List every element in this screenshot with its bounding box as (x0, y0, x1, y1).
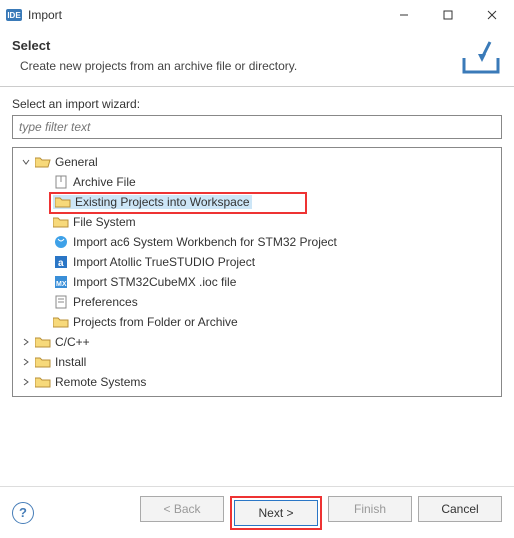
help-button[interactable]: ? (12, 502, 34, 524)
tree-item-archive[interactable]: Archive File (13, 172, 501, 192)
tree-item-remote[interactable]: Remote Systems (13, 372, 501, 392)
tree-label: Remote Systems (55, 375, 146, 389)
close-button[interactable] (470, 0, 514, 30)
folder-icon (35, 355, 51, 369)
folder-icon (35, 335, 51, 349)
dialog-header: Select Create new projects from an archi… (0, 30, 514, 87)
folder-open-icon (35, 155, 51, 169)
atollic-icon: a (53, 255, 69, 269)
cancel-button[interactable]: Cancel (418, 496, 502, 522)
tree-label: Archive File (73, 175, 136, 189)
tree-item-general[interactable]: General (13, 152, 501, 172)
chevron-right-icon[interactable] (19, 375, 33, 389)
tree-label: C/C++ (55, 335, 90, 349)
svg-text:a: a (58, 258, 64, 269)
preferences-icon (53, 295, 69, 309)
wizard-label: Select an import wizard: (12, 97, 502, 111)
tree-item-ccpp[interactable]: C/C++ (13, 332, 501, 352)
back-button: < Back (140, 496, 224, 522)
chevron-right-icon[interactable] (19, 335, 33, 349)
tree-item-existing-projects[interactable]: Existing Projects into Workspace (13, 192, 501, 212)
tree-label: Install (55, 355, 86, 369)
tree-item-filesystem[interactable]: File System (13, 212, 501, 232)
globe-icon (53, 235, 69, 249)
tree-label: Import Atollic TrueSTUDIO Project (73, 255, 255, 269)
chevron-right-icon[interactable] (19, 355, 33, 369)
archive-icon (53, 175, 69, 189)
tree-label: Import STM32CubeMX .ioc file (73, 275, 236, 289)
next-highlight: Next > (230, 496, 322, 530)
minimize-button[interactable] (382, 0, 426, 30)
import-banner-icon (460, 38, 502, 76)
next-button[interactable]: Next > (234, 500, 318, 526)
tree-item-atollic[interactable]: a Import Atollic TrueSTUDIO Project (13, 252, 501, 272)
tree-label: File System (73, 215, 136, 229)
maximize-button[interactable] (426, 0, 470, 30)
tree-item-install[interactable]: Install (13, 352, 501, 372)
folder-icon (35, 375, 51, 389)
folder-icon (53, 215, 69, 229)
tree-label: Existing Projects into Workspace (75, 195, 250, 209)
window-controls (382, 0, 514, 30)
app-icon: IDE (6, 9, 22, 21)
tree-item-ac6[interactable]: Import ac6 System Workbench for STM32 Pr… (13, 232, 501, 252)
header-description: Create new projects from an archive file… (20, 59, 450, 73)
tree-label: Import ac6 System Workbench for STM32 Pr… (73, 235, 337, 249)
button-bar: ? < Back Next > Finish Cancel (0, 486, 514, 538)
tree-label: Projects from Folder or Archive (73, 315, 238, 329)
chevron-down-icon[interactable] (19, 155, 33, 169)
tree-label: General (55, 155, 98, 169)
wizard-tree[interactable]: General Archive File Existing Projects i… (12, 147, 502, 397)
tree-item-preferences[interactable]: Preferences (13, 292, 501, 312)
svg-text:MX: MX (56, 281, 67, 288)
folder-icon (53, 315, 69, 329)
header-title: Select (12, 38, 450, 53)
cubemx-icon: MX (53, 275, 69, 289)
window-title: Import (28, 8, 382, 22)
tree-item-projects-folder[interactable]: Projects from Folder or Archive (13, 312, 501, 332)
folder-import-icon (55, 195, 71, 209)
tree-item-cubemx[interactable]: MX Import STM32CubeMX .ioc file (13, 272, 501, 292)
finish-button: Finish (328, 496, 412, 522)
tree-label: Preferences (73, 295, 138, 309)
title-bar: IDE Import (0, 0, 514, 30)
filter-input[interactable] (12, 115, 502, 139)
